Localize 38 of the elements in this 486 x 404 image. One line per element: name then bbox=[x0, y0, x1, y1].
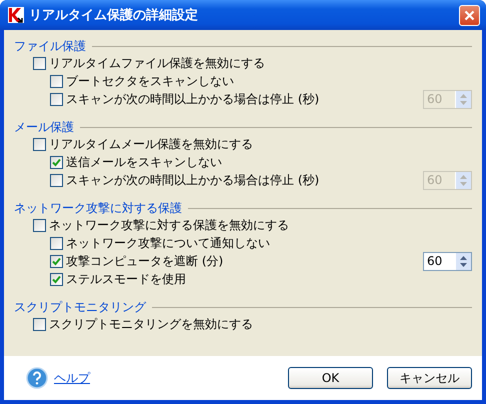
close-icon bbox=[464, 10, 475, 20]
checkbox[interactable] bbox=[50, 272, 63, 286]
checkbox[interactable] bbox=[50, 92, 63, 106]
checkbox-label[interactable]: ネットワーク攻撃に対する保護を無効にする bbox=[49, 216, 472, 234]
checkbox[interactable] bbox=[50, 74, 63, 88]
checkbox-label[interactable]: ステルスモードを使用 bbox=[66, 270, 472, 288]
checkbox-label[interactable]: スキャンが次の時間以上かかる場合は停止 (秒) bbox=[66, 90, 423, 108]
checkbox-label[interactable]: ネットワーク攻撃について通知しない bbox=[66, 234, 472, 252]
section-title: メール保護 bbox=[14, 118, 74, 136]
spin-arrows-icon bbox=[459, 174, 468, 186]
window-title: リアルタイム保護の詳細設定 bbox=[29, 6, 199, 24]
checkbox-label[interactable]: ブートセクタをスキャンしない bbox=[66, 72, 472, 90]
number-spinner[interactable]: 60 bbox=[423, 252, 472, 270]
spin-arrows-icon bbox=[459, 92, 468, 106]
checkbox[interactable] bbox=[33, 218, 46, 232]
checkbox[interactable] bbox=[33, 56, 46, 70]
checkbox-label[interactable]: 送信メールをスキャンしない bbox=[66, 154, 472, 170]
checkbox[interactable] bbox=[33, 318, 46, 330]
checkbox[interactable] bbox=[50, 254, 63, 268]
checkbox[interactable] bbox=[50, 174, 63, 186]
help-link[interactable]: ヘルプ bbox=[54, 370, 274, 386]
checkbox-label[interactable]: スクリプトモニタリングを無効にする bbox=[49, 316, 472, 332]
checkbox[interactable] bbox=[50, 156, 63, 168]
checkbox-label[interactable]: リアルタイムファイル保護を無効にする bbox=[49, 54, 472, 72]
app-logo-icon bbox=[8, 7, 24, 23]
ok-button[interactable]: OK bbox=[288, 367, 373, 389]
section-title: ネットワーク攻撃に対する保護 bbox=[14, 200, 182, 216]
checkbox-label[interactable]: リアルタイムメール保護を無効にする bbox=[49, 136, 472, 152]
cancel-button[interactable]: キャンセル bbox=[387, 367, 472, 389]
close-button[interactable] bbox=[459, 4, 480, 26]
section-title: ファイル保護 bbox=[14, 38, 86, 54]
section-title: スクリプトモニタリング bbox=[14, 298, 146, 316]
checkbox[interactable] bbox=[33, 138, 46, 150]
help-icon bbox=[26, 367, 48, 389]
checkbox[interactable] bbox=[50, 236, 63, 250]
checkbox-label[interactable]: 攻撃コンピュータを遮断 (分) bbox=[66, 252, 423, 270]
spin-arrows-icon bbox=[459, 254, 468, 268]
checkbox-label[interactable]: スキャンが次の時間以上かかる場合は停止 (秒) bbox=[66, 172, 423, 188]
